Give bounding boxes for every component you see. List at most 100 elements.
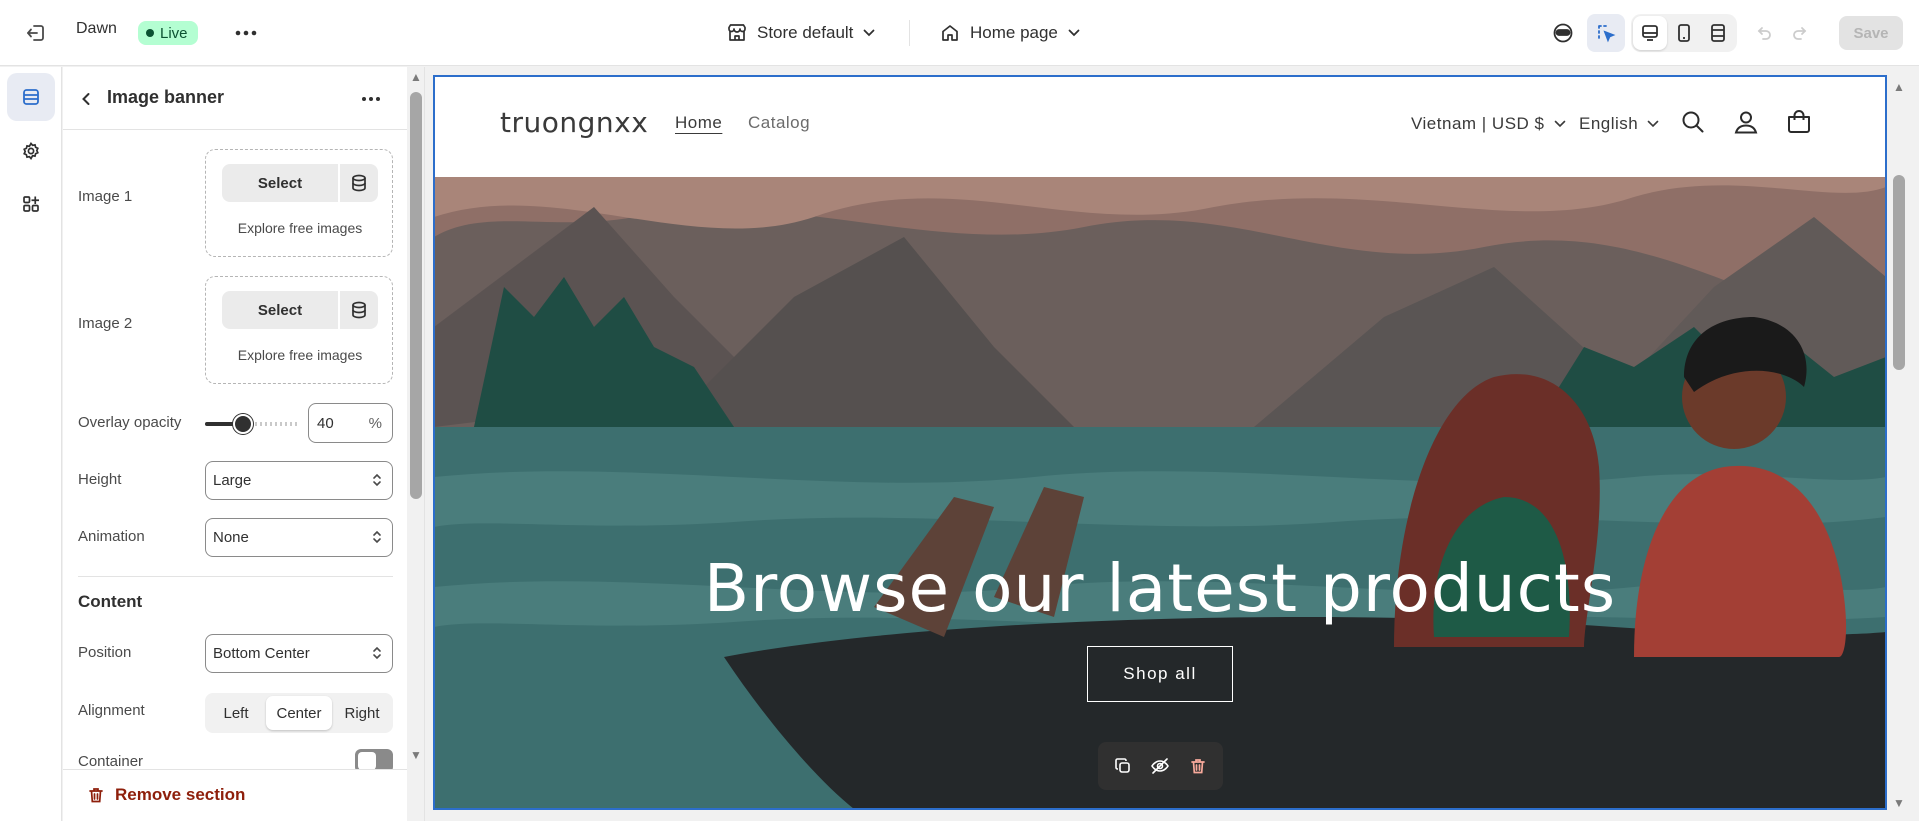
- panel-footer: Remove section: [63, 769, 408, 821]
- alignment-center-option[interactable]: Center: [266, 696, 332, 730]
- topbar-divider: [909, 20, 910, 46]
- apps-icon: [23, 196, 39, 212]
- eye-visor-icon: [1553, 23, 1573, 43]
- country-selector-label: Vietnam | USD $: [1411, 114, 1545, 133]
- store-cart-button[interactable]: [1786, 109, 1812, 135]
- nav-link-home[interactable]: Home: [675, 113, 722, 133]
- store-icon: [728, 24, 746, 41]
- image2-picker: Select Explore free images: [205, 276, 393, 384]
- image-banner[interactable]: Browse our latest products Shop all: [434, 177, 1886, 809]
- overlay-opacity-label: Overlay opacity: [78, 414, 182, 431]
- banner-illustration: [434, 177, 1886, 809]
- live-badge-label: Live: [160, 24, 188, 42]
- redo-icon: [1793, 27, 1807, 40]
- sections-tab[interactable]: [7, 73, 55, 121]
- desktop-view-button[interactable]: [1633, 16, 1667, 50]
- theme-preview-button[interactable]: [1546, 16, 1580, 50]
- exit-button[interactable]: [20, 17, 52, 49]
- apps-tab[interactable]: [7, 180, 55, 228]
- eye-off-icon: [1151, 758, 1170, 774]
- image2-select-button[interactable]: Select: [222, 291, 338, 329]
- theme-settings-tab[interactable]: [7, 127, 55, 175]
- desktop-icon: [1642, 25, 1658, 41]
- fullscreen-view-button[interactable]: [1701, 16, 1735, 50]
- duplicate-section-button[interactable]: [1109, 752, 1137, 780]
- position-select-value: Bottom Center: [213, 645, 310, 662]
- height-label: Height: [78, 471, 122, 488]
- scroll-down-arrow-icon[interactable]: ▼: [410, 749, 422, 761]
- store-header: truongnxx Home Catalog Vietnam | USD $ E…: [434, 76, 1886, 177]
- store-logo[interactable]: truongnxx: [500, 106, 648, 139]
- redo-button[interactable]: [1784, 18, 1814, 48]
- language-selector[interactable]: English: [1579, 114, 1659, 134]
- select-cursor-icon: [1598, 25, 1616, 43]
- image2-label: Image 2: [78, 315, 133, 332]
- store-preview: truongnxx Home Catalog Vietnam | USD $ E…: [434, 76, 1886, 809]
- position-label: Position: [78, 644, 132, 661]
- height-select[interactable]: Large: [205, 461, 393, 500]
- position-select[interactable]: Bottom Center: [205, 634, 393, 673]
- image2-explore-link[interactable]: Explore free images: [206, 347, 394, 363]
- remove-section-button[interactable]: Remove section: [87, 785, 245, 805]
- scroll-down-arrow-icon[interactable]: ▼: [1893, 797, 1905, 809]
- store-account-button[interactable]: [1733, 109, 1759, 135]
- delete-section-button[interactable]: [1184, 752, 1212, 780]
- store-selector[interactable]: Store default: [727, 18, 875, 48]
- more-horizontal-icon: [362, 97, 380, 101]
- store-search-button[interactable]: [1680, 109, 1706, 135]
- hide-section-button[interactable]: [1146, 752, 1174, 780]
- scroll-up-arrow-icon[interactable]: ▲: [1893, 81, 1905, 93]
- trash-icon: [89, 788, 103, 803]
- image1-label: Image 1: [78, 188, 133, 205]
- nav-link-catalog[interactable]: Catalog: [748, 113, 810, 133]
- cart-icon: [1788, 110, 1810, 133]
- page-selector[interactable]: Home page: [940, 18, 1080, 48]
- animation-select[interactable]: None: [205, 518, 393, 557]
- content-heading: Content: [78, 592, 143, 611]
- undo-button[interactable]: [1750, 18, 1780, 48]
- section-settings-panel: Image banner Image 1 Select Explore free…: [63, 67, 425, 821]
- section-more-button[interactable]: [356, 84, 386, 114]
- save-button[interactable]: Save: [1839, 16, 1903, 50]
- section-divider: [78, 576, 393, 577]
- chevron-down-icon: [1068, 29, 1080, 37]
- select-arrows-icon: [373, 530, 381, 544]
- container-label: Container: [78, 753, 144, 770]
- gear-icon: [23, 142, 39, 160]
- panel-scrollbar[interactable]: ▲ ▼: [407, 67, 424, 821]
- overlay-opacity-input[interactable]: 40 %: [308, 403, 393, 443]
- inspector-button[interactable]: [1587, 14, 1625, 52]
- image1-picker: Select Explore free images: [205, 149, 393, 257]
- image2-library-button[interactable]: [340, 291, 378, 329]
- panel-scroll-thumb[interactable]: [410, 92, 422, 499]
- search-icon: [1682, 111, 1704, 133]
- image1-select-button[interactable]: Select: [222, 164, 338, 202]
- mobile-view-button[interactable]: [1667, 16, 1701, 50]
- scroll-up-arrow-icon[interactable]: ▲: [410, 71, 422, 83]
- preview-scrollbar[interactable]: ▲ ▼: [1889, 67, 1909, 821]
- panel-header: Image banner: [63, 67, 408, 130]
- image1-library-button[interactable]: [340, 164, 378, 202]
- shop-all-button[interactable]: Shop all: [1087, 646, 1233, 702]
- sections-icon: [23, 89, 39, 105]
- database-icon: [352, 301, 366, 319]
- device-switcher: [1631, 14, 1737, 52]
- panel-title: Image banner: [107, 87, 225, 107]
- select-arrows-icon: [373, 473, 381, 487]
- back-button[interactable]: [72, 85, 100, 113]
- language-selector-label: English: [1579, 114, 1639, 133]
- country-selector[interactable]: Vietnam | USD $: [1411, 114, 1566, 134]
- overlay-opacity-unit: %: [368, 415, 382, 432]
- alignment-right-option[interactable]: Right: [335, 696, 389, 730]
- height-select-value: Large: [213, 472, 252, 489]
- alignment-left-option[interactable]: Left: [209, 696, 263, 730]
- editor-topbar: Dawn Live Store default Home page Save: [0, 0, 1919, 66]
- chevron-down-icon: [1554, 120, 1565, 128]
- preview-scroll-thumb[interactable]: [1893, 175, 1905, 370]
- alignment-label: Alignment: [78, 702, 145, 719]
- image1-explore-link[interactable]: Explore free images: [206, 220, 394, 236]
- duplicate-icon: [1115, 758, 1130, 773]
- overlay-opacity-thumb[interactable]: [233, 414, 253, 434]
- banner-heading: Browse our latest products: [703, 550, 1617, 627]
- more-actions-button[interactable]: [230, 17, 262, 49]
